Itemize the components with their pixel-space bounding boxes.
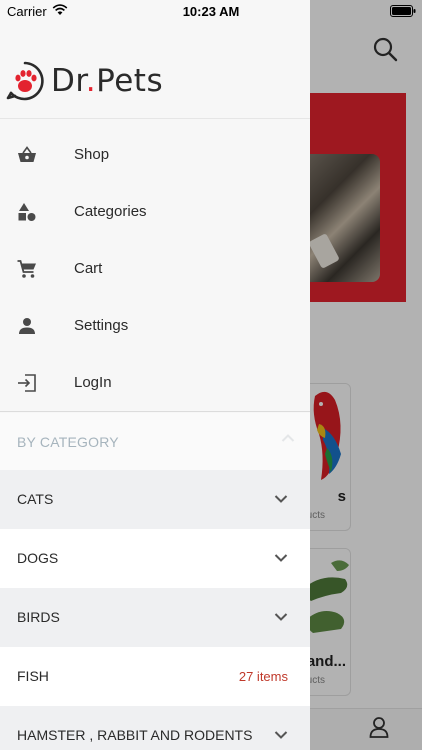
category-row-dogs[interactable]: DOGS <box>0 529 310 588</box>
category-row-birds[interactable]: BIRDS <box>0 588 310 647</box>
menu-label: Shop <box>74 146 110 163</box>
menu-label: Settings <box>74 317 129 334</box>
chevron-down-icon[interactable] <box>274 730 288 740</box>
login-icon <box>18 373 36 392</box>
menu-item-login[interactable]: LogIn <box>0 354 310 411</box>
menu-item-cart[interactable]: Cart <box>0 240 310 297</box>
category-label: CATS <box>17 491 54 507</box>
menu-label: LogIn <box>74 374 112 391</box>
category-row-cats[interactable]: CATS <box>0 470 310 529</box>
chevron-up-icon[interactable] <box>281 433 295 443</box>
brand-logo: Dr.Pets <box>5 60 163 102</box>
menu-item-shop[interactable]: Shop <box>0 126 310 183</box>
category-label: BIRDS <box>17 609 60 625</box>
category-label: DOGS <box>17 550 59 566</box>
basket-icon <box>18 145 36 162</box>
shapes-icon <box>18 202 36 221</box>
status-time: 10:23 AM <box>182 4 240 19</box>
menu-label: Categories <box>74 203 147 220</box>
chevron-down-icon[interactable] <box>274 612 288 622</box>
category-section-header[interactable]: BY CATEGORY <box>0 413 310 470</box>
menu-label: Cart <box>74 260 103 277</box>
divider <box>0 118 310 119</box>
category-row-fish[interactable]: FISH 27 items <box>0 647 310 706</box>
paw-logo-icon <box>6 61 44 101</box>
menu-item-categories[interactable]: Categories <box>0 183 310 240</box>
item-count-badge: 27 items <box>238 669 288 684</box>
category-label: HAMSTER , RABBIT AND RODENTS <box>17 727 253 743</box>
person-icon <box>19 317 35 334</box>
menu-item-settings[interactable]: Settings <box>0 297 310 354</box>
battery-icon <box>390 5 416 17</box>
section-title: BY CATEGORY <box>17 434 119 450</box>
chevron-down-icon[interactable] <box>274 494 288 504</box>
divider <box>0 411 310 412</box>
status-bar: Carrier 10:23 AM <box>0 0 422 22</box>
cart-icon <box>17 259 36 278</box>
category-label: FISH <box>17 668 49 684</box>
brand-name: Dr.Pets <box>51 63 164 99</box>
chevron-down-icon[interactable] <box>274 553 288 563</box>
navigation-drawer: Dr.Pets Shop Categories Cart Settings Lo… <box>0 0 310 750</box>
category-row-hamster-rabbit-rodents[interactable]: HAMSTER , RABBIT AND RODENTS <box>0 706 310 750</box>
